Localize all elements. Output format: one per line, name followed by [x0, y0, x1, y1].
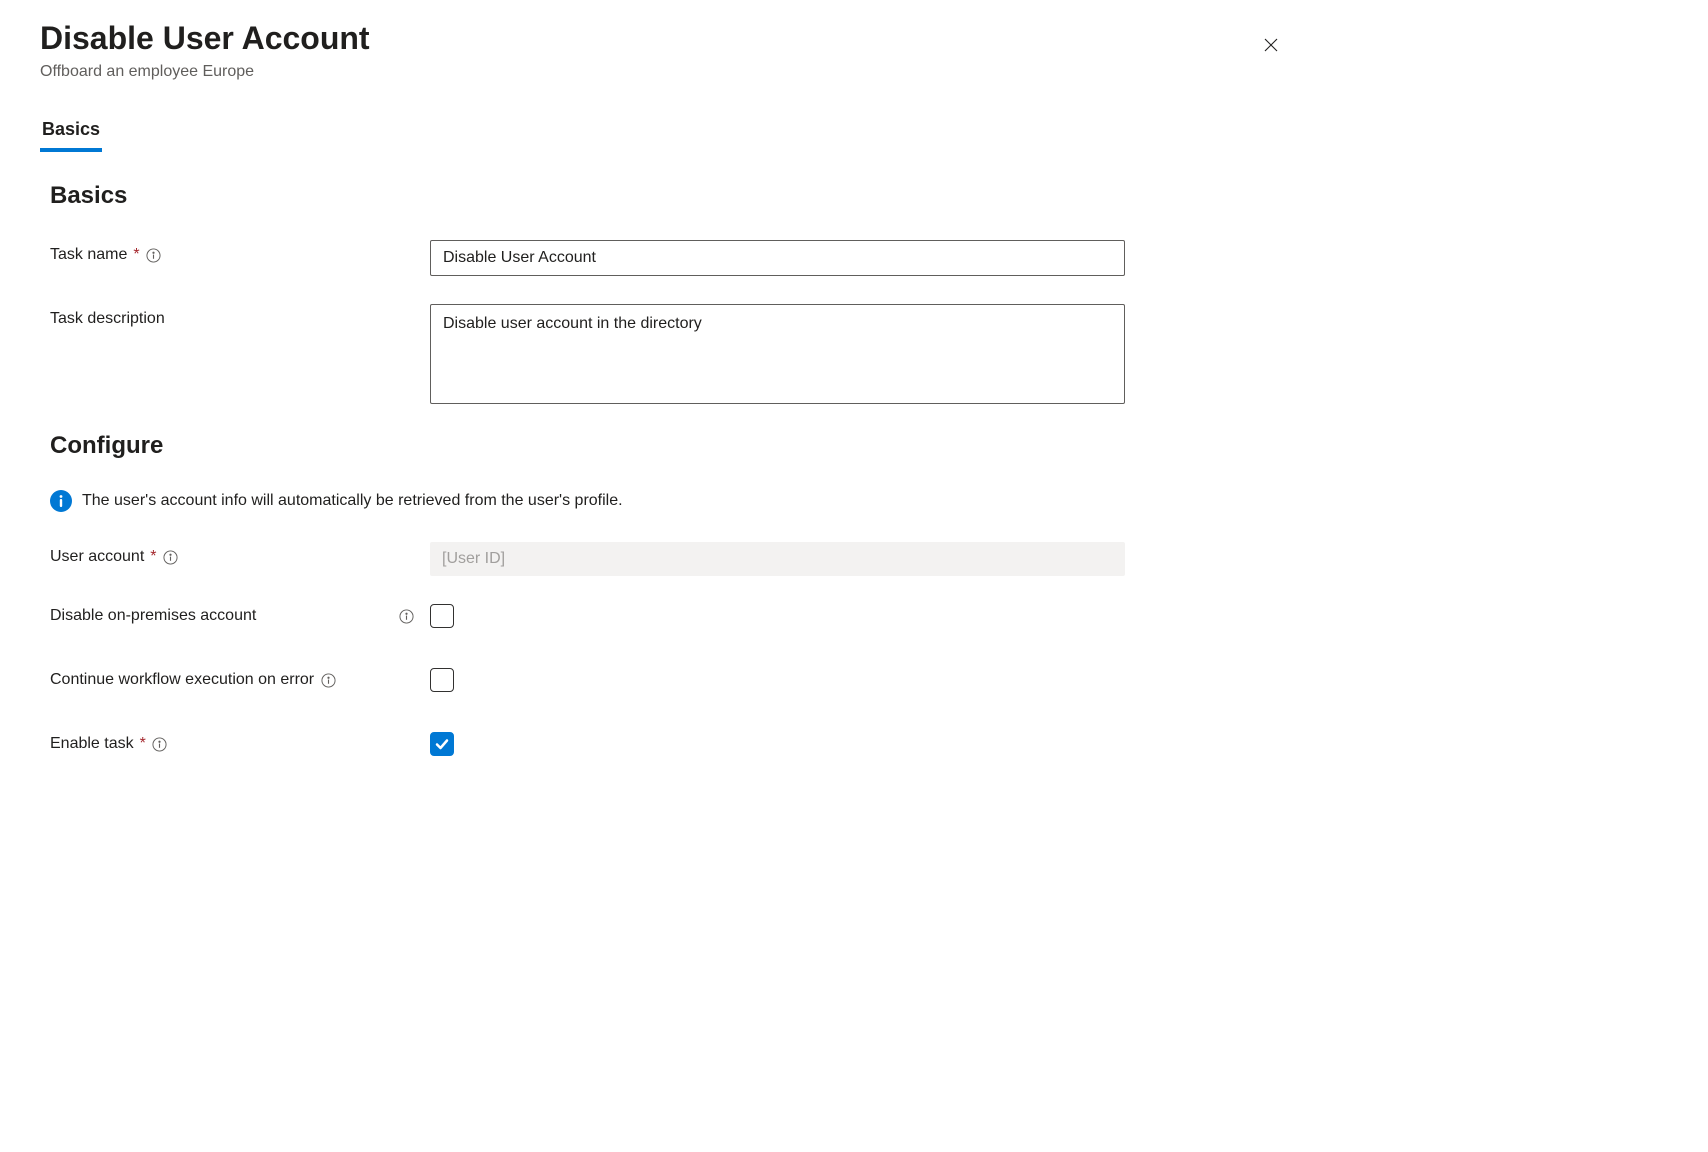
section-title-basics: Basics — [50, 182, 1668, 210]
required-indicator: * — [140, 735, 146, 753]
info-banner-text: The user's account info will automatical… — [82, 492, 623, 510]
user-account-label-wrap: User account * — [50, 542, 430, 566]
info-icon[interactable] — [320, 672, 336, 688]
disable-onprem-row: Disable on-premises account — [50, 604, 1668, 628]
page-title: Disable User Account — [40, 20, 370, 57]
enable-task-label-wrap: Enable task * — [50, 735, 430, 753]
task-description-input[interactable]: Disable user account in the directory — [430, 304, 1125, 404]
enable-task-checkbox[interactable] — [430, 732, 454, 756]
section-title-configure: Configure — [50, 432, 1668, 460]
continue-on-error-checkbox[interactable] — [430, 668, 454, 692]
info-banner: The user's account info will automatical… — [50, 490, 1668, 512]
info-icon[interactable] — [146, 247, 162, 263]
user-account-label: User account — [50, 548, 144, 566]
user-account-row: User account * [User ID] — [50, 542, 1668, 576]
task-name-input[interactable] — [430, 240, 1125, 276]
info-filled-icon — [50, 490, 72, 512]
task-name-label: Task name — [50, 246, 127, 264]
task-description-row: Task description Disable user account in… — [50, 304, 1668, 404]
info-icon[interactable] — [398, 608, 414, 624]
panel-header: Disable User Account Offboard an employe… — [40, 20, 1668, 81]
close-button[interactable] — [1254, 28, 1288, 65]
configure-section: Configure The user's account info will a… — [40, 432, 1668, 756]
required-indicator: * — [133, 246, 139, 264]
info-icon[interactable] — [163, 549, 179, 565]
continue-on-error-label-wrap: Continue workflow execution on error — [50, 671, 430, 689]
basics-section: Basics Task name * Task description Disa… — [40, 182, 1668, 404]
info-icon[interactable] — [152, 736, 168, 752]
task-name-label-wrap: Task name * — [50, 240, 430, 264]
close-icon — [1262, 36, 1280, 54]
disable-onprem-label: Disable on-premises account — [50, 607, 256, 625]
tab-basics[interactable]: Basics — [40, 111, 102, 152]
task-description-label: Task description — [50, 310, 165, 328]
disable-onprem-checkbox[interactable] — [430, 604, 454, 628]
checkmark-icon — [434, 736, 450, 752]
continue-on-error-row: Continue workflow execution on error — [50, 668, 1668, 692]
task-description-label-wrap: Task description — [50, 304, 430, 328]
disable-onprem-label-wrap: Disable on-premises account — [50, 607, 430, 625]
page-subtitle: Offboard an employee Europe — [40, 63, 370, 81]
enable-task-row: Enable task * — [50, 732, 1668, 756]
task-name-row: Task name * — [50, 240, 1668, 276]
tabs: Basics — [40, 111, 1668, 152]
title-block: Disable User Account Offboard an employe… — [40, 20, 370, 81]
required-indicator: * — [150, 548, 156, 566]
enable-task-label: Enable task — [50, 735, 134, 753]
continue-on-error-label: Continue workflow execution on error — [50, 671, 314, 689]
user-account-readonly: [User ID] — [430, 542, 1125, 576]
